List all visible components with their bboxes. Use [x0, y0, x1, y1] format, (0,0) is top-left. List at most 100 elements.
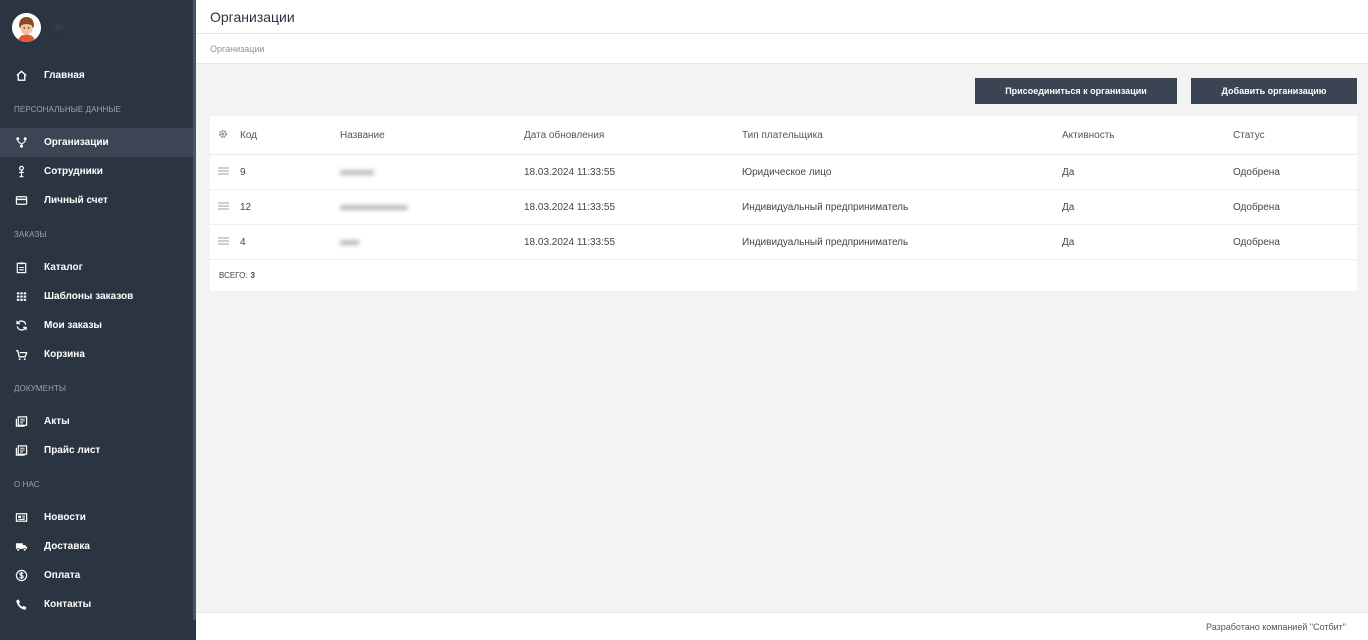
- cell-activity: Да: [1062, 201, 1075, 213]
- gear-icon[interactable]: [218, 129, 228, 142]
- newspaper-icon: [14, 511, 28, 525]
- sidebar-item-label: Новости: [44, 512, 86, 523]
- profile[interactable]: —: [0, 0, 196, 54]
- join-organization-button[interactable]: Присоединиться к организации: [975, 78, 1177, 104]
- refresh-icon: [14, 319, 28, 333]
- sidebar-item-label: Оплата: [44, 570, 81, 581]
- total-count: 3: [250, 271, 255, 280]
- sidebar: — Главная ПЕРСОНАЛЬНЫЕ ДАННЫЕ Организаци…: [0, 0, 196, 640]
- sidebar-item-delivery[interactable]: Доставка: [0, 532, 196, 561]
- menu-lines-icon[interactable]: [218, 167, 229, 178]
- sidebar-item-news[interactable]: Новости: [0, 503, 196, 532]
- sidebar-item-label: Личный счет: [44, 195, 108, 206]
- cell-code: 12: [240, 201, 252, 213]
- sidebar-item-label: Прайс лист: [44, 445, 101, 456]
- sidebar-item-label: Шаблоны заказов: [44, 291, 134, 302]
- main-content: Организации Организации Присоединиться к…: [196, 0, 1368, 640]
- column-header-code[interactable]: Код: [240, 130, 340, 141]
- table-header: Код Название Дата обновления Тип платель…: [210, 116, 1357, 155]
- dollar-icon: [14, 569, 28, 583]
- column-header-activity[interactable]: Активность: [1062, 130, 1233, 141]
- person-icon: [14, 165, 28, 179]
- sidebar-item-label: Мои заказы: [44, 320, 102, 331]
- sidebar-item-label: Главная: [44, 70, 85, 81]
- footer: Разработано компанией "Сотбит": [196, 612, 1368, 640]
- sidebar-item-contacts[interactable]: Контакты: [0, 590, 196, 619]
- grid-icon: [14, 290, 28, 304]
- cell-status: Одобрена: [1233, 166, 1280, 178]
- cell-activity: Да: [1062, 236, 1075, 248]
- section-documents: ДОКУМЕНТЫ: [14, 383, 67, 393]
- table-row[interactable]: 9 ■■■■■■■ 18.03.2024 11:33:55 Юридическо…: [210, 155, 1357, 190]
- row-menu-button[interactable]: [210, 202, 240, 213]
- topbar: Организации: [196, 0, 1368, 34]
- total-label: ВСЕГО:: [219, 271, 248, 280]
- sidebar-item-label: Контакты: [44, 599, 92, 610]
- sidebar-item-label: Доставка: [44, 541, 90, 552]
- sidebar-item-employees[interactable]: Сотрудники: [0, 157, 196, 186]
- row-menu-button[interactable]: [210, 167, 240, 178]
- breadcrumb-item[interactable]: Организации: [210, 44, 264, 54]
- sidebar-item-label: Каталог: [44, 262, 83, 273]
- cell-status: Одобрена: [1233, 236, 1280, 248]
- action-bar: Присоединиться к организации Добавить ор…: [975, 78, 1357, 104]
- cell-payer-type: Индивидуальный предприниматель: [742, 236, 909, 248]
- section-orders: ЗАКАЗЫ: [14, 229, 47, 239]
- table-row[interactable]: 12 ■■■■■■■■■■■■■■ 18.03.2024 11:33:55 Ин…: [210, 190, 1357, 225]
- clipboard-icon: [14, 261, 28, 275]
- sidebar-item-payment[interactable]: Оплата: [0, 561, 196, 590]
- sidebar-item-label: Сотрудники: [44, 166, 103, 177]
- truck-icon: [14, 540, 28, 554]
- row-menu-button[interactable]: [210, 237, 240, 248]
- column-header-name[interactable]: Название: [340, 130, 524, 141]
- sidebar-item-catalog[interactable]: Каталог: [0, 253, 196, 282]
- cell-updated: 18.03.2024 11:33:55: [524, 236, 616, 248]
- cart-icon: [14, 348, 28, 362]
- section-personal: ПЕРСОНАЛЬНЫЕ ДАННЫЕ: [14, 104, 121, 114]
- sidebar-item-home[interactable]: Главная: [0, 61, 196, 90]
- cell-name[interactable]: ■■■■■■■■■■■■■■: [340, 203, 524, 212]
- organizations-table: Код Название Дата обновления Тип платель…: [210, 116, 1357, 291]
- cell-name[interactable]: ■■■■: [340, 238, 524, 247]
- sidebar-item-my-orders[interactable]: Мои заказы: [0, 311, 196, 340]
- page-title: Организации: [210, 8, 295, 25]
- add-organization-button[interactable]: Добавить организацию: [1191, 78, 1357, 104]
- column-header-status[interactable]: Статус: [1233, 130, 1357, 141]
- credit-card-icon: [14, 194, 28, 208]
- sidebar-item-price-list[interactable]: Прайс лист: [0, 436, 196, 465]
- column-header-payer-type[interactable]: Тип плательщика: [742, 130, 1062, 141]
- phone-icon: [14, 598, 28, 612]
- cell-code: 4: [240, 236, 246, 248]
- footer-credit: Разработано компанией "Сотбит": [1206, 621, 1346, 632]
- cell-name[interactable]: ■■■■■■■: [340, 168, 524, 177]
- document-icon: [14, 415, 28, 429]
- avatar[interactable]: [12, 12, 41, 42]
- cell-activity: Да: [1062, 166, 1075, 178]
- menu-lines-icon[interactable]: [218, 237, 229, 248]
- sidebar-item-account[interactable]: Личный счет: [0, 186, 196, 215]
- sidebar-item-label: Корзина: [44, 349, 85, 360]
- sidebar-item-organizations[interactable]: Организации: [0, 128, 196, 157]
- sidebar-item-label: Акты: [44, 416, 70, 427]
- cell-payer-type: Индивидуальный предприниматель: [742, 201, 909, 213]
- table-settings-button[interactable]: [210, 129, 240, 142]
- sidebar-item-acts[interactable]: Акты: [0, 407, 196, 436]
- document-icon: [14, 444, 28, 458]
- cell-updated: 18.03.2024 11:33:55: [524, 166, 616, 178]
- cell-updated: 18.03.2024 11:33:55: [524, 201, 616, 213]
- sidebar-item-label: Организации: [44, 137, 109, 148]
- sidebar-item-order-templates[interactable]: Шаблоны заказов: [0, 282, 196, 311]
- profile-name[interactable]: —: [53, 22, 63, 33]
- menu-lines-icon[interactable]: [218, 202, 229, 213]
- sidebar-item-cart[interactable]: Корзина: [0, 340, 196, 369]
- home-icon: [14, 69, 28, 83]
- column-header-updated[interactable]: Дата обновления: [524, 130, 742, 141]
- sitemap-icon: [14, 136, 28, 150]
- cell-payer-type: Юридическое лицо: [742, 166, 832, 178]
- section-about: О НАС: [14, 479, 40, 489]
- cell-code: 9: [240, 166, 246, 178]
- table-total: ВСЕГО: 3: [210, 260, 1357, 291]
- cell-status: Одобрена: [1233, 201, 1280, 213]
- table-row[interactable]: 4 ■■■■ 18.03.2024 11:33:55 Индивидуальны…: [210, 225, 1357, 260]
- breadcrumb: Организации: [196, 34, 1368, 64]
